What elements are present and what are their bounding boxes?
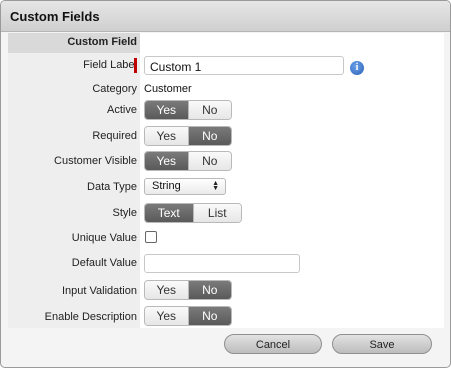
category-label: Category: [92, 83, 137, 95]
default-value-label: Default Value: [71, 257, 137, 269]
customer-visible-label: Customer Visible: [54, 155, 137, 167]
style-list-option[interactable]: List: [192, 204, 241, 222]
data-type-select[interactable]: String ▲ ▼: [144, 178, 226, 195]
input-validation-toggle: Yes No: [144, 280, 232, 300]
customer-visible-yes-option[interactable]: Yes: [145, 152, 188, 170]
required-no-option[interactable]: No: [187, 127, 231, 145]
dialog-titlebar: Custom Fields: [1, 1, 450, 32]
field-label-label: Field Label: [83, 59, 137, 71]
required-toggle: Yes No: [144, 126, 232, 146]
style-label: Style: [112, 207, 137, 219]
enable-description-toggle: Yes No: [144, 306, 232, 326]
input-validation-label: Input Validation: [61, 285, 137, 297]
cancel-button[interactable]: Cancel: [224, 334, 322, 354]
style-toggle: Text List: [144, 203, 242, 223]
custom-field-form: Custom Field Field Label Custom 1 i Cate…: [8, 33, 444, 328]
unique-value-checkbox[interactable]: [145, 231, 157, 243]
enable-description-no-option[interactable]: No: [187, 307, 231, 325]
enable-description-yes-option[interactable]: Yes: [145, 307, 188, 325]
category-value: Customer: [144, 83, 192, 95]
section-header-text: Custom Field: [67, 36, 137, 48]
unique-value-label: Unique Value: [71, 232, 137, 244]
section-header: Custom Field: [8, 33, 140, 53]
data-type-label: Data Type: [87, 181, 137, 193]
active-yes-option[interactable]: Yes: [145, 101, 188, 119]
custom-fields-dialog: Custom Fields Custom Field Field Label C…: [0, 0, 451, 368]
select-arrows-icon: ▲ ▼: [212, 180, 219, 192]
dialog-title: Custom Fields: [10, 9, 100, 24]
required-label: Required: [92, 130, 137, 142]
required-marker-icon: [134, 58, 137, 73]
customer-visible-toggle: Yes No: [144, 151, 232, 171]
field-label-input[interactable]: Custom 1: [144, 56, 344, 75]
info-icon[interactable]: i: [350, 61, 364, 75]
data-type-value: String: [152, 180, 181, 192]
customer-visible-no-option[interactable]: No: [187, 152, 231, 170]
save-button[interactable]: Save: [332, 334, 432, 354]
input-validation-yes-option[interactable]: Yes: [145, 281, 188, 299]
enable-description-label: Enable Description: [44, 311, 137, 323]
active-no-option[interactable]: No: [187, 101, 231, 119]
required-yes-option[interactable]: Yes: [145, 127, 188, 145]
style-text-option[interactable]: Text: [145, 204, 193, 222]
default-value-input[interactable]: [144, 254, 300, 273]
input-validation-no-option[interactable]: No: [187, 281, 231, 299]
active-label: Active: [107, 104, 137, 116]
active-toggle: Yes No: [144, 100, 232, 120]
